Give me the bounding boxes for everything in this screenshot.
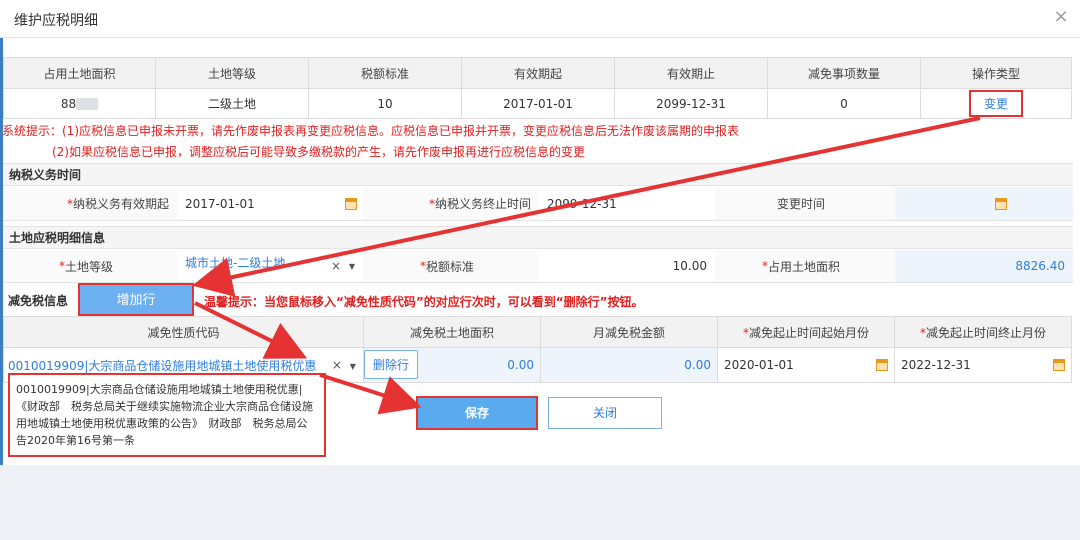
col-header: 操作类型 [920,57,1072,89]
section-relief-title: 减免税信息 [8,294,69,308]
date-value: 2022-12-31 [901,358,971,372]
grade-cell: 二级土地 [155,88,309,119]
tax-standard-field[interactable]: 10.00 [539,250,715,282]
summary-header-row: 占用土地面积 土地等级 税额标准 有效期起 有效期止 减免事项数量 操作类型 [3,57,1072,89]
dialog-title-bar: 维护应税明细 × [0,0,1080,38]
label-text: 占用土地面积 [767,259,840,274]
col-header: 有效期起 [461,57,615,89]
area-field[interactable]: 8826.40 [895,250,1073,282]
grade-label: * 土地等级 [3,250,177,282]
label-text: 税额标准 [425,259,474,274]
dialog-footer-area [0,465,1080,540]
change-time-field[interactable] [895,187,1073,220]
relief-area-cell[interactable]: 删除行 0.00 [363,347,541,383]
valid-to-cell: 2099-12-31 [614,88,768,119]
relief-code-tooltip: 0010019909|大宗商品仓储设施用地城镇土地使用税优惠|《财政部 税务总局… [8,373,326,457]
action-cell: 变更 [920,88,1072,119]
calendar-icon[interactable] [876,359,888,371]
area-cell: 88 [3,88,156,119]
col-header: 减免事项数量 [767,57,921,89]
monthly-amount-cell[interactable]: 0.00 [540,347,718,383]
clear-icon[interactable]: × [332,358,342,372]
calendar-icon[interactable] [995,198,1007,210]
delete-row-button[interactable]: 删除行 [364,350,419,379]
col-header: *减免起止时间起始月份 [717,316,895,348]
obligation-end-field[interactable]: 2099-12-31 [539,187,715,220]
relief-header-row: 减免性质代码 减免税土地面积 月减免税金额 *减免起止时间起始月份 *减免起止时… [3,316,1072,348]
relief-tip: 温馨提示：当您鼠标移入“减免性质代码”的对应行次时，可以看到“删除行”按钮。 [204,295,644,309]
col-header: 土地等级 [155,57,309,89]
system-tip-line-2: (2)如果应税信息已申报，调整应税后可能导致多缴税款的产生，请先作废申报再进行应… [52,145,586,159]
dialog-title: 维护应税明细 [14,13,98,29]
section-obligation-title: 纳税义务时间 [3,163,1073,186]
close-button[interactable]: 关闭 [548,397,662,429]
tax-standard-cell: 10 [308,88,462,119]
save-button[interactable]: 保存 [416,396,538,430]
tax-standard-label: * 税额标准 [363,250,539,282]
date-value: 2017-01-01 [185,196,255,211]
col-header: 有效期止 [614,57,768,89]
calendar-icon[interactable] [345,198,357,210]
valid-from-cell: 2017-01-01 [461,88,615,119]
clear-icon[interactable]: × [331,259,341,273]
end-month-cell[interactable]: 2022-12-31 [894,347,1072,383]
header-text: 减免起止时间终止月份 [925,325,1046,340]
area-label: * 占用土地面积 [715,250,895,282]
col-header: 月减免税金额 [540,316,718,348]
obligation-row: * 纳税义务有效期起 2017-01-01 * 纳税义务终止时间 2099-12-3… [3,187,1073,221]
relief-count-cell: 0 [767,88,921,119]
add-row-button[interactable]: 增加行 [78,283,194,316]
calendar-icon[interactable] [1053,359,1065,371]
col-header: 占用土地面积 [3,57,156,89]
relief-code-select[interactable]: 0010019909|大宗商品仓储设施用地城镇土地使用税优惠 [8,357,326,374]
summary-table: 占用土地面积 土地等级 税额标准 有效期起 有效期止 减免事项数量 操作类型 8… [3,57,1072,119]
chevron-down-icon[interactable]: ▼ [350,362,356,371]
area-value: 88 [60,96,77,111]
grade-select[interactable]: 城市土地-二级土地 × ▼ [177,250,363,282]
redacted-mask [76,98,99,110]
select-value: 城市土地-二级土地 [185,255,286,270]
col-header: 税额标准 [308,57,462,89]
date-value: 2020-01-01 [724,358,794,372]
col-header: 减免税土地面积 [363,316,541,348]
chevron-down-icon[interactable]: ▼ [349,262,355,271]
col-header: *减免起止时间终止月份 [894,316,1072,348]
label-text: 纳税义务终止时间 [434,197,531,211]
obligation-end-label: * 纳税义务终止时间 [363,187,539,220]
label-text: 纳税义务有效期起 [72,197,169,211]
system-tip-line-1: 系统提示：(1)应税信息已申报未开票，请先作废申报表再变更应税信息。应税信息已申… [2,124,740,138]
section-detail-title: 土地应税明细信息 [3,226,1073,249]
obligation-start-field[interactable]: 2017-01-01 [177,187,363,220]
label-text: 土地等级 [64,259,113,274]
header-text: 减免起止时间起始月份 [748,325,869,340]
start-month-cell[interactable]: 2020-01-01 [717,347,895,383]
table-row: 88 二级土地 10 2017-01-01 2099-12-31 0 变更 [3,88,1072,119]
close-icon[interactable]: × [1052,8,1070,26]
col-header: 减免性质代码 [3,316,364,348]
relief-area-value: 0.00 [507,358,534,372]
date-value: 2099-12-31 [547,196,617,211]
obligation-start-label: * 纳税义务有效期起 [3,187,177,220]
change-time-label: 变更时间 [715,187,895,220]
change-button[interactable]: 变更 [968,90,1023,117]
detail-row: * 土地等级 城市土地-二级土地 × ▼ * 税额标准 10.00 * 占用土地面积 88… [3,250,1073,283]
